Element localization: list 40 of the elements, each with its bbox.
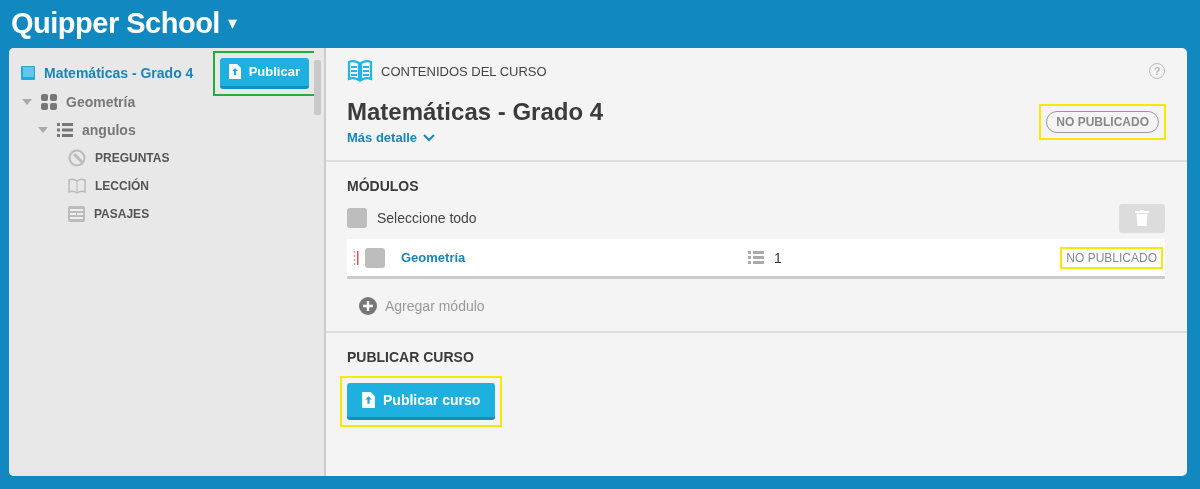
grid-icon <box>41 94 57 110</box>
checkbox[interactable] <box>365 247 385 268</box>
course-link[interactable]: Matemáticas - Grado 4 <box>44 65 194 81</box>
checkbox[interactable] <box>347 208 367 228</box>
tree-item[interactable]: LECCIÓN <box>95 179 149 193</box>
section-heading: MÓDULOS <box>347 178 420 194</box>
article-icon <box>68 206 85 222</box>
checkbox-label: Seleccione todo <box>377 210 477 226</box>
upload-icon <box>228 64 241 79</box>
open-book-icon <box>347 60 373 82</box>
open-book-icon <box>68 178 86 194</box>
tree-item[interactable]: PASAJES <box>94 207 150 221</box>
book-icon <box>20 65 36 81</box>
more-detail-link[interactable]: Más detalle <box>347 130 436 145</box>
module-link[interactable]: Geometría <box>401 250 466 265</box>
upload-icon <box>362 392 375 408</box>
section-title: CONTENIDOS DEL CURSO <box>381 63 547 79</box>
module-row[interactable]: Geometría 1 NO PUBLICADO <box>347 239 1165 279</box>
topic-count: 1 <box>773 249 782 266</box>
course-title: Matemáticas - Grado 4 <box>347 98 605 126</box>
caret-icon[interactable]: ▾ <box>227 12 237 34</box>
tree-item[interactable]: Geometría <box>66 94 136 110</box>
plus-circle-icon[interactable] <box>359 297 377 315</box>
section-heading: PUBLICAR CURSO <box>347 349 475 365</box>
list-icon <box>57 123 73 137</box>
chevron-down-icon <box>423 133 436 142</box>
expand-caret-icon[interactable] <box>22 99 32 105</box>
scrollbar-thumb[interactable] <box>314 60 321 115</box>
list-icon <box>747 251 764 264</box>
expand-caret-icon[interactable] <box>38 127 48 133</box>
publish-course-button[interactable]: Publicar curso <box>347 383 496 420</box>
drag-handle-icon[interactable] <box>353 249 359 266</box>
add-module-link[interactable]: Agregar módulo <box>385 298 485 314</box>
publish-button[interactable]: Publicar <box>219 57 309 89</box>
delete-button[interactable] <box>1119 203 1165 233</box>
tree-item[interactable]: PREGUNTAS <box>95 151 170 165</box>
tree-item[interactable]: angulos <box>82 122 136 138</box>
app-title[interactable]: Quipper School <box>11 6 220 40</box>
trash-icon <box>1135 210 1149 226</box>
status-label: NO PUBLICADO <box>1065 250 1158 265</box>
